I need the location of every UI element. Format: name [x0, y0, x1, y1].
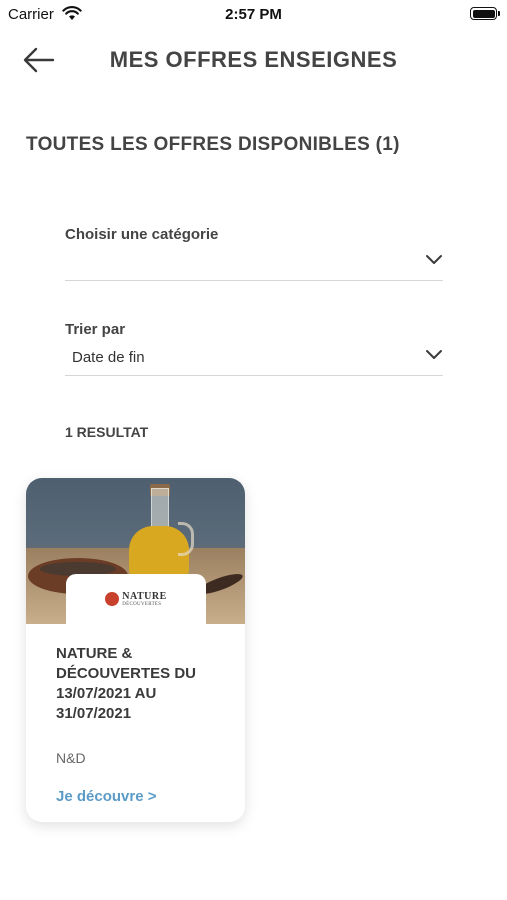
chevron-down-icon — [426, 350, 442, 359]
brand-mark-icon — [105, 592, 120, 606]
chevron-down-icon — [426, 255, 442, 264]
discover-link[interactable]: Je découvre > — [56, 788, 215, 805]
sort-dropdown[interactable]: Date de fin — [65, 338, 443, 376]
battery-icon — [470, 7, 500, 20]
offer-brand: N&D — [56, 750, 86, 766]
sort-value: Date de fin — [72, 349, 145, 366]
category-dropdown[interactable] — [65, 243, 443, 281]
offer-title: NATURE & DÉCOUVERTES DU 13/07/2021 AU 31… — [56, 645, 197, 722]
category-label: Choisir une catégorie — [65, 226, 219, 243]
clock: 2:57 PM — [225, 6, 282, 23]
logo-line-2: DÉCOUVERTES — [122, 601, 162, 607]
section-title: TOUTES LES OFFRES DISPONIBLES (1) — [26, 134, 400, 155]
brand-logo-box: NATURE DÉCOUVERTES — [66, 574, 206, 624]
category-filter: Choisir une catégorie — [65, 226, 443, 281]
result-count: 1 RESULTAT — [65, 424, 149, 440]
logo-line-1: NATURE — [122, 590, 167, 602]
brand-logo: NATURE DÉCOUVERTES — [105, 590, 167, 607]
page-title: MES OFFRES ENSEIGNES — [109, 47, 398, 72]
sort-label: Trier par — [65, 321, 126, 338]
offer-card[interactable]: NATURE DÉCOUVERTES NATURE & DÉCOUVERTES … — [26, 478, 245, 822]
offer-image: NATURE DÉCOUVERTES — [26, 478, 245, 624]
sort-filter: Trier par Date de fin — [65, 321, 443, 376]
status-bar: Carrier 2:57 PM — [0, 0, 507, 28]
